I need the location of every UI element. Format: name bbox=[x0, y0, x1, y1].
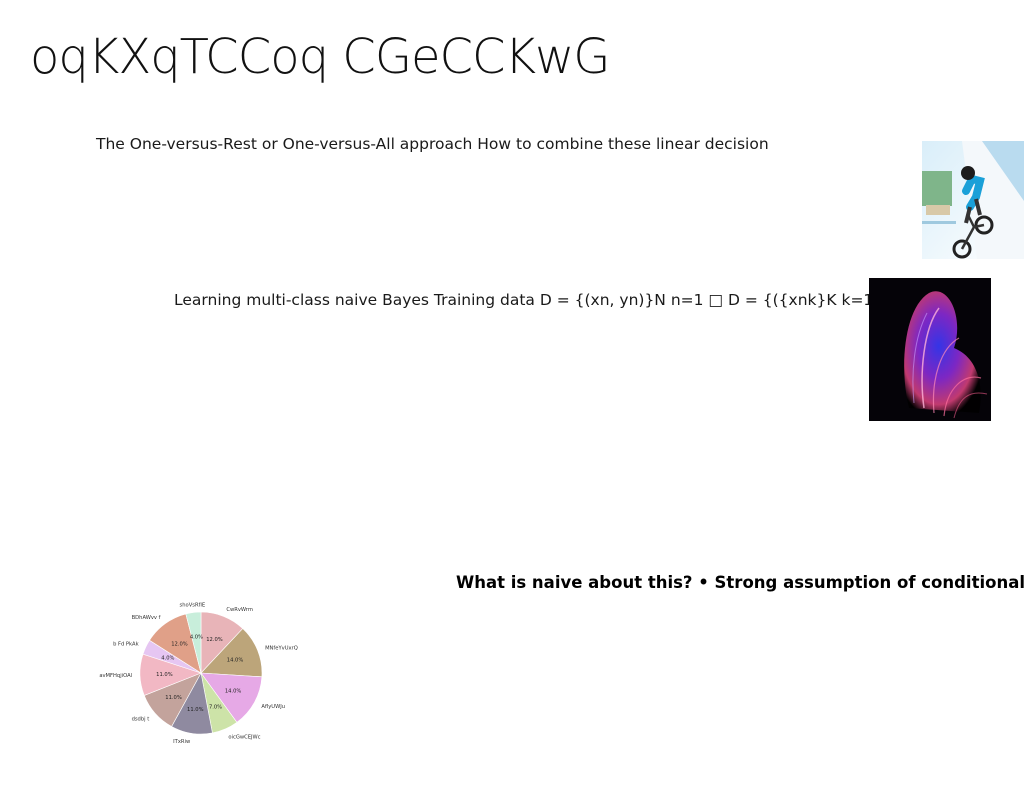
pie-category-label-7: b Fd PkAk bbox=[113, 642, 139, 648]
pie-chart-svg: 12.0% CwRvWrm 14.0% MNfeYvUxrQ 14.0% AflyUWJu… bbox=[99, 603, 298, 745]
pie-pct-label-9: 4.0% bbox=[190, 635, 203, 641]
pie-category-label-1: MNfeYvUxrQ bbox=[265, 646, 298, 652]
bike-image bbox=[922, 141, 1024, 259]
pie-pct-label-3: 7.0% bbox=[209, 705, 222, 711]
pie-pct-label-2: 14.0% bbox=[225, 689, 242, 695]
pie-pct-label-0: 12.0% bbox=[206, 637, 223, 643]
pie-category-label-0: CwRvWrm bbox=[226, 607, 253, 613]
pie-pct-label-5: 11.0% bbox=[165, 695, 182, 701]
pie-category-label-4: ITxRiw bbox=[173, 739, 191, 745]
pie-category-label-2: AflyUWJu bbox=[261, 704, 285, 710]
pie-pct-label-8: 12.0% bbox=[171, 641, 188, 647]
slide-title: oqKXqTCCoq CGeCCKwG bbox=[30, 29, 610, 85]
paragraph-naive-question: What is naive about this? • Strong assum… bbox=[456, 573, 1024, 592]
abstract-light-image bbox=[869, 278, 991, 421]
pie-category-label-5: dsdbj t bbox=[132, 717, 150, 723]
pie-pct-label-1: 14.0% bbox=[227, 658, 244, 664]
paragraph-ovr: The One-versus-Rest or One-versus-All ap… bbox=[96, 135, 769, 153]
pie-category-label-6: avMFHqjiOAl bbox=[99, 673, 132, 679]
pie-category-label-3: oicGwCEJWc bbox=[228, 734, 260, 740]
paragraph-naive-bayes: Learning multi-class naive Bayes Trainin… bbox=[174, 291, 879, 309]
pie-category-label-9: shoVsRfIE bbox=[180, 603, 206, 609]
pie-pct-label-7: 4.0% bbox=[161, 655, 174, 661]
pie-pct-label-6: 11.0% bbox=[156, 672, 173, 678]
slide: oqKXqTCCoq CGeCCKwG The One-versus-Rest … bbox=[0, 0, 1024, 788]
pie-category-label-8: BDhAWvv f bbox=[132, 615, 161, 621]
pie-chart: 12.0% CwRvWrm 14.0% MNfeYvUxrQ 14.0% AflyUWJu… bbox=[95, 583, 310, 763]
pie-pct-label-4: 11.0% bbox=[187, 707, 204, 713]
